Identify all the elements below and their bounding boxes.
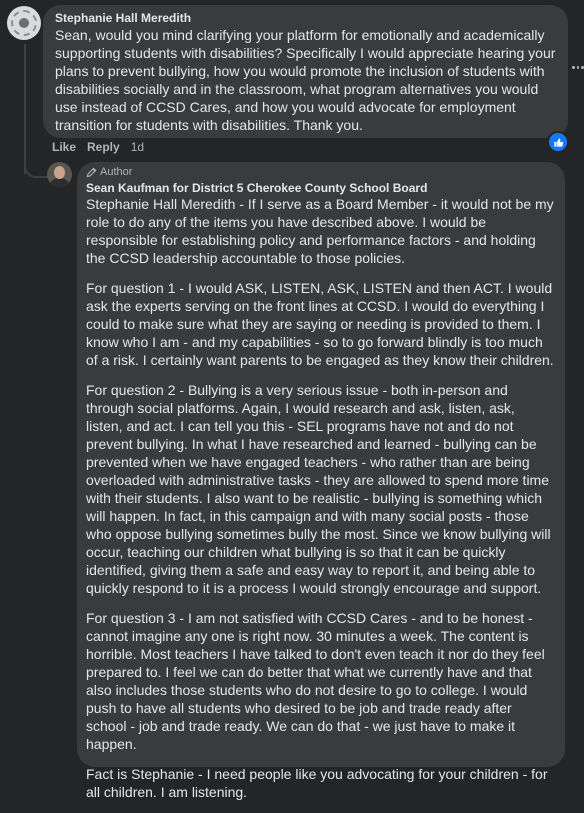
thumbs-up-icon[interactable] [547, 131, 569, 153]
pencil-icon [86, 167, 97, 177]
comment-text: Sean, would you mind clarifying your pla… [55, 27, 556, 133]
reply-author[interactable]: Sean Kaufman for District 5 Cherokee Cou… [86, 181, 427, 195]
comment-actions: Like Reply 1d [52, 140, 144, 154]
reply-button[interactable]: Reply [87, 140, 120, 154]
reply-paragraph: For question 2 - Bullying is a very seri… [86, 382, 551, 596]
like-button[interactable]: Like [52, 140, 76, 154]
avatar-dot [19, 18, 29, 28]
reply-paragraph: For question 1 - I would ASK, LISTEN, AS… [86, 280, 554, 368]
reply-text: Stephanie Hall Meredith - If I serve as … [86, 195, 554, 813]
reply-paragraph: For question 3 - I am not satisfied with… [86, 610, 545, 752]
avatar[interactable] [7, 6, 41, 40]
comment-bubble: Stephanie Hall Meredith Sean, would you … [43, 5, 568, 138]
comment-author[interactable]: Stephanie Hall Meredith [55, 11, 191, 25]
reply-avatar[interactable] [47, 162, 72, 187]
more-options-icon[interactable] [572, 64, 584, 70]
reply-paragraph: Stephanie Hall Meredith - If I serve as … [86, 196, 554, 266]
author-badge: Author [86, 166, 132, 178]
avatar-face [54, 166, 65, 179]
avatar-body [49, 178, 70, 187]
author-badge-label: Author [100, 166, 133, 178]
reply-paragraph: Fact is Stephanie - I need people like y… [86, 766, 548, 800]
comment-timestamp[interactable]: 1d [131, 140, 144, 154]
reply-bubble: Author Sean Kaufman for District 5 Chero… [77, 162, 565, 800]
reply-connector [24, 150, 48, 178]
